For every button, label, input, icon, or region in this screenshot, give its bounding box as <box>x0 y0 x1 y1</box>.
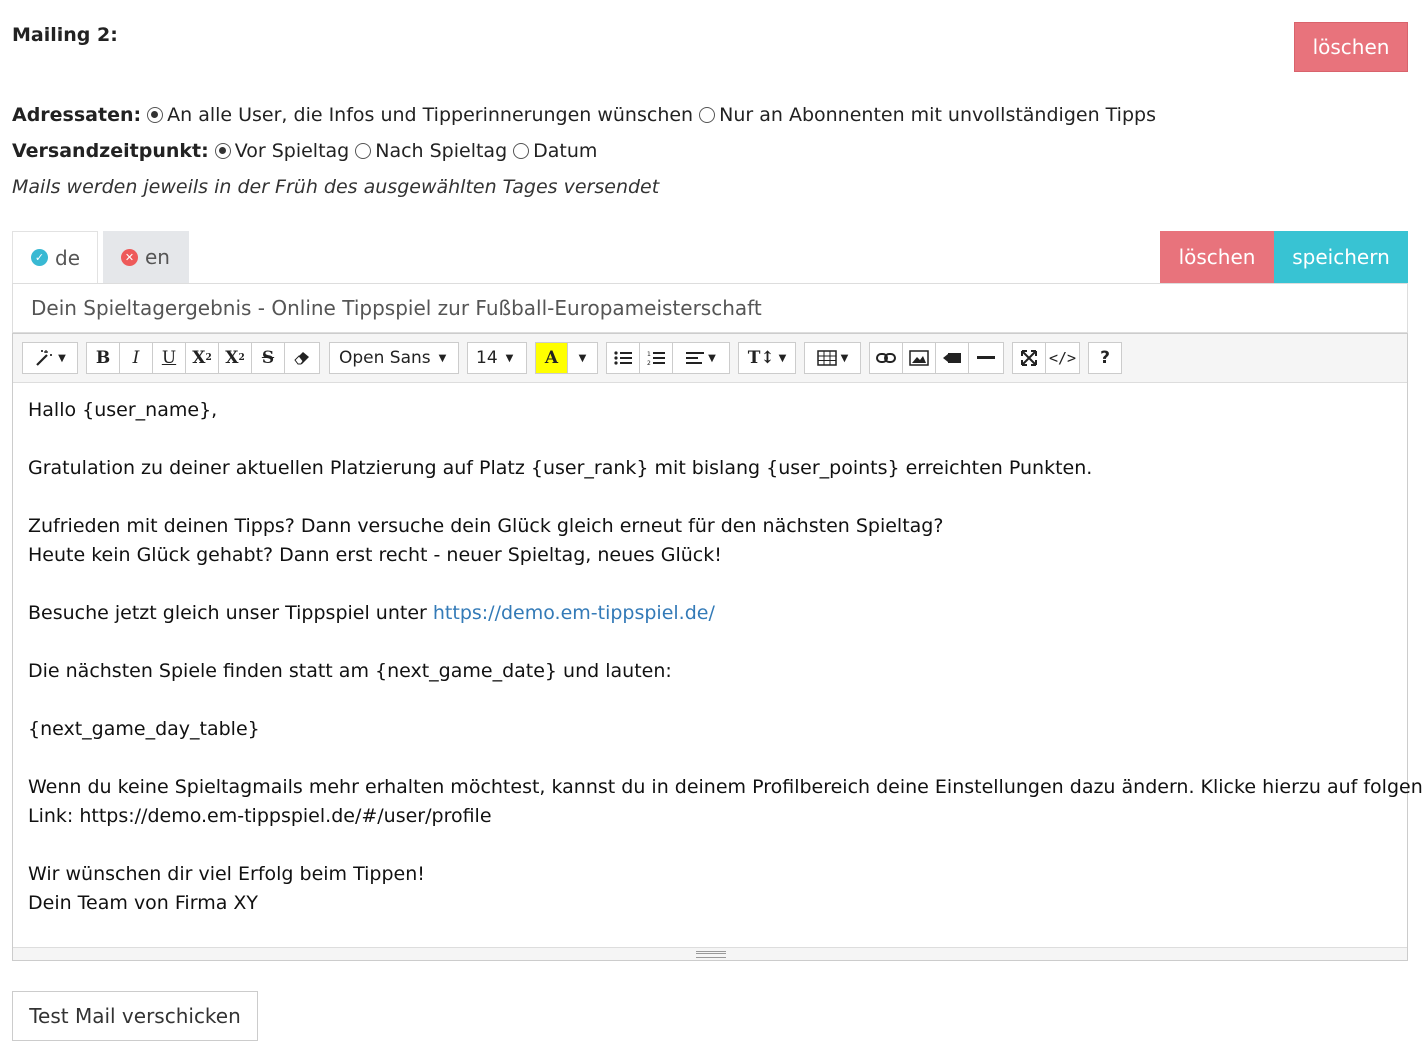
font-family-dropdown[interactable]: Open Sans ▼ <box>329 342 459 374</box>
align-left-icon <box>686 352 705 364</box>
align-dropdown[interactable]: ▼ <box>672 342 730 374</box>
color-dropdown-button[interactable]: ▼ <box>567 342 598 374</box>
code-view-button[interactable]: </> <box>1045 342 1080 374</box>
body-line-4: Heute kein Glück gehabt? Dann erst recht… <box>28 544 722 566</box>
rich-text-editor: ▼ B I U X2 X2 S Open Sans ▼ 14 ▼ A ▼ 12 ▼ … <box>12 333 1423 961</box>
ordered-list-button[interactable]: 12 <box>639 342 673 374</box>
delete-language-button[interactable]: löschen <box>1160 231 1274 283</box>
insert-link-button[interactable] <box>869 342 903 374</box>
body-unsubscribe-1: Wenn du keine Spieltagmails mehr erhalte… <box>28 776 1423 798</box>
body-visit-link[interactable]: https://demo.em-tippspiel.de/ <box>433 602 715 624</box>
body-next-games: Die nächsten Spiele finden statt am {nex… <box>28 660 672 682</box>
insert-video-button[interactable] <box>935 342 969 374</box>
table-icon <box>816 350 837 366</box>
subject-input[interactable]: Dein Spieltagergebnis - Online Tippspiel… <box>12 283 1408 333</box>
recipients-option-all-label: An alle User, die Infos und Tipperinneru… <box>167 104 694 126</box>
body-visit-line: Besuche jetzt gleich unser Tippspiel unt… <box>28 599 1398 628</box>
send-time-option-after-label: Nach Spieltag <box>375 140 508 162</box>
numbered-list-icon: 12 <box>647 351 665 366</box>
horizontal-rule-icon <box>977 356 995 359</box>
editor-resize-handle[interactable] <box>13 947 1407 960</box>
bullet-list-icon <box>614 351 632 365</box>
body-table-placeholder: {next_game_day_table} <box>28 718 260 740</box>
superscript-button[interactable]: X2 <box>185 342 219 374</box>
save-button[interactable]: speichern <box>1274 231 1408 283</box>
body-unsubscribe-2: Link: https://demo.em-tippspiel.de/#/use… <box>28 805 492 827</box>
send-time-row: Versandzeitpunkt: Vor Spieltag Nach Spie… <box>12 140 603 162</box>
send-time-label: Versandzeitpunkt: <box>12 140 209 162</box>
fullscreen-icon <box>1021 350 1037 366</box>
radio-checked-icon[interactable] <box>147 107 164 123</box>
tab-en-label: en <box>145 245 170 269</box>
magic-wand-icon <box>36 350 53 366</box>
body-visit-prefix: Besuche jetzt gleich unser Tippspiel unt… <box>28 602 433 624</box>
recipients-label: Adressaten: <box>12 104 142 126</box>
eraser-icon <box>294 352 309 365</box>
body-line-3: Zufrieden mit deinen Tipps? Dann versuch… <box>28 515 944 537</box>
strikethrough-button[interactable]: S <box>251 342 285 374</box>
table-dropdown[interactable]: ▼ <box>804 342 861 374</box>
video-icon <box>943 353 961 363</box>
send-test-mail-button[interactable]: Test Mail verschicken <box>12 991 258 1041</box>
horizontal-rule-button[interactable] <box>968 342 1004 374</box>
font-size-value: 14 <box>476 348 498 368</box>
x-circle-icon: ✕ <box>121 248 138 266</box>
radio-checked-icon[interactable] <box>214 143 231 159</box>
send-time-option-before-label: Vor Spieltag <box>234 140 350 162</box>
body-closing-2: Dein Team von Firma XY <box>28 892 259 914</box>
radio-unchecked-icon[interactable] <box>355 143 372 159</box>
recipients-option-all[interactable]: An alle User, die Infos und Tipperinneru… <box>147 104 693 126</box>
recipients-row: Adressaten: An alle User, die Infos und … <box>12 104 1162 126</box>
radio-unchecked-icon[interactable] <box>699 107 716 123</box>
editor-toolbar: ▼ B I U X2 X2 S Open Sans ▼ 14 ▼ A ▼ 12 ▼ … <box>13 334 1407 383</box>
subscript-button[interactable]: X2 <box>218 342 252 374</box>
delete-mailing-button[interactable]: löschen <box>1294 22 1408 72</box>
link-icon <box>876 353 896 363</box>
text-color-button[interactable]: A <box>535 342 568 374</box>
underline-button[interactable]: U <box>152 342 186 374</box>
unordered-list-button[interactable] <box>606 342 640 374</box>
magic-wand-style-button[interactable]: ▼ <box>22 342 78 374</box>
line-height-dropdown[interactable]: T↕ ▼ <box>738 342 796 374</box>
send-time-option-date-label: Datum <box>533 140 598 162</box>
font-size-dropdown[interactable]: 14 ▼ <box>467 342 527 374</box>
image-icon <box>909 350 929 366</box>
editor-content[interactable]: Hallo {user_name}, Gratulation zu deiner… <box>28 396 1423 918</box>
tab-en[interactable]: ✕ en <box>103 231 189 283</box>
body-congrats: Gratulation zu deiner aktuellen Platzier… <box>28 457 1093 479</box>
tab-de[interactable]: ✓ de <box>12 231 98 283</box>
body-greeting: Hallo {user_name}, <box>28 399 218 421</box>
eraser-button[interactable] <box>284 342 320 374</box>
mailing-title: Mailing 2: <box>12 24 118 46</box>
bold-button[interactable]: B <box>86 342 120 374</box>
italic-button[interactable]: I <box>119 342 153 374</box>
send-time-option-date[interactable]: Datum <box>513 140 597 162</box>
tab-de-label: de <box>55 245 80 270</box>
svg-text:1: 1 <box>647 351 651 358</box>
svg-text:2: 2 <box>647 360 651 366</box>
insert-image-button[interactable] <box>902 342 936 374</box>
font-family-value: Open Sans <box>339 348 431 368</box>
send-time-option-before[interactable]: Vor Spieltag <box>214 140 350 162</box>
grip-icon[interactable] <box>696 951 726 958</box>
send-time-option-after[interactable]: Nach Spieltag <box>355 140 507 162</box>
fullscreen-button[interactable] <box>1012 342 1046 374</box>
send-time-note: Mails werden jeweils in der Früh des aus… <box>12 176 660 198</box>
help-button[interactable]: ? <box>1088 342 1122 374</box>
body-closing-1: Wir wünschen dir viel Erfolg beim Tippen… <box>28 863 425 885</box>
recipients-option-incomplete-label: Nur an Abonnenten mit unvollständigen Ti… <box>719 104 1156 126</box>
check-circle-icon: ✓ <box>31 249 48 266</box>
recipients-option-incomplete[interactable]: Nur an Abonnenten mit unvollständigen Ti… <box>699 104 1156 126</box>
radio-unchecked-icon[interactable] <box>513 143 530 159</box>
